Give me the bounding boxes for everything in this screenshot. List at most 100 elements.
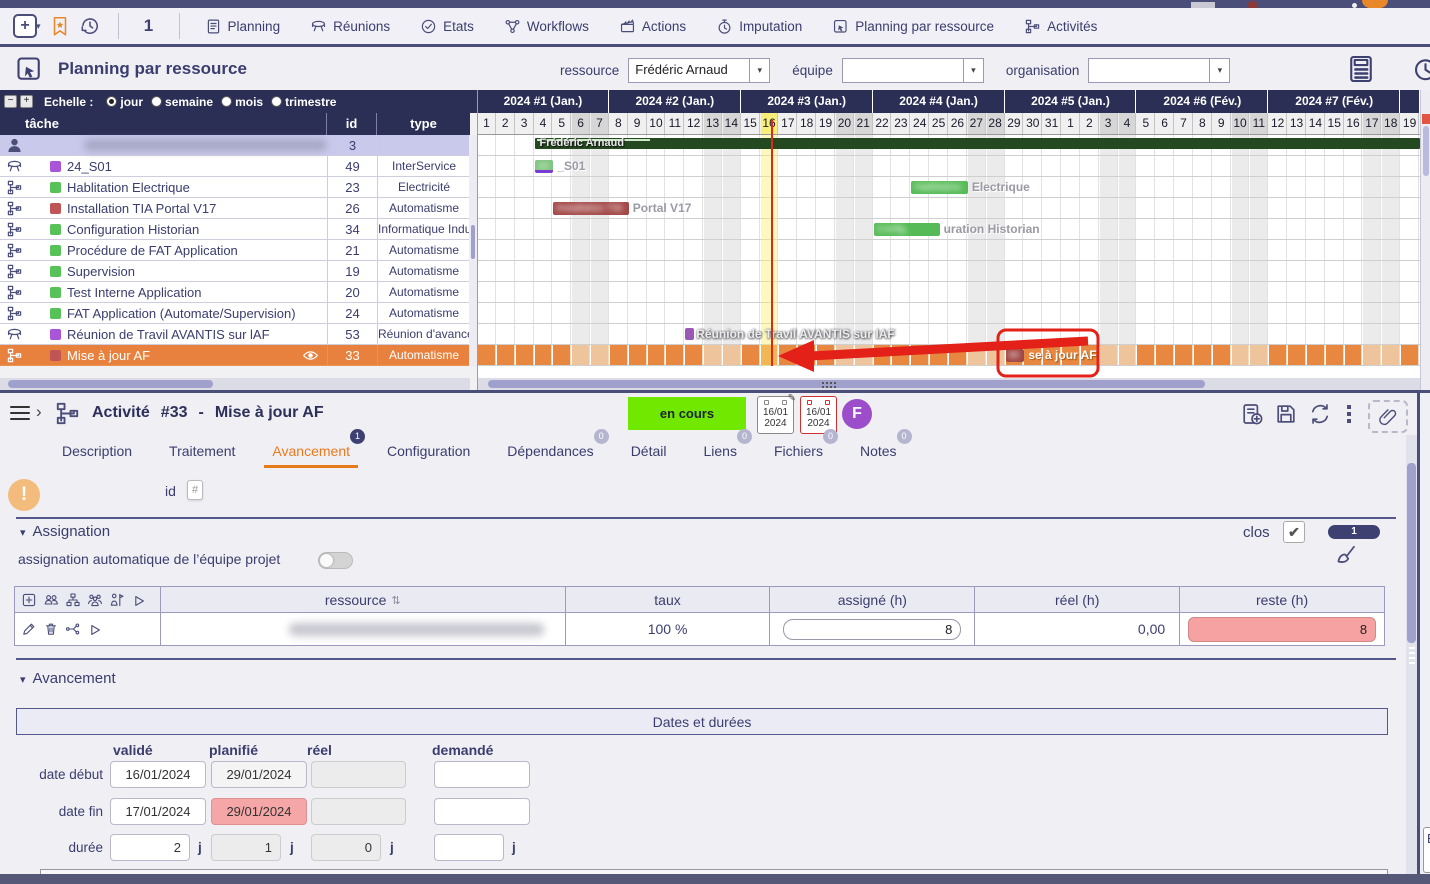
chart-vscrollbar[interactable] (1420, 90, 1430, 390)
scale-radio-mois[interactable] (221, 96, 232, 107)
gantt-bar-summary[interactable]: Frédéric Arnaud (535, 138, 1420, 149)
toolbar-item-planning[interactable]: Planning (205, 18, 281, 35)
duree-valide[interactable] (110, 834, 190, 861)
calculator-icon[interactable] (1346, 54, 1376, 84)
date-debut-valide[interactable] (110, 761, 206, 788)
task-row-hablitation-electrique[interactable]: Hablitation Electrique23Electricité (0, 177, 470, 198)
add-icon[interactable] (21, 592, 37, 608)
clos-checkbox[interactable]: ✔ (1283, 521, 1305, 543)
task-table-hscrollbar[interactable] (0, 378, 470, 390)
date-debut-reel[interactable] (311, 761, 406, 788)
task-row-configuration-historian[interactable]: Configuration Historian34Informatique In… (0, 219, 470, 240)
expand-button[interactable]: + (20, 95, 33, 108)
filter-select-equipe[interactable]: ▾ (842, 58, 984, 83)
date-fin-demande[interactable] (434, 798, 530, 825)
toolbar-item-planning-par-ressource[interactable]: Planning par ressource (832, 18, 994, 35)
scale-radio-jour[interactable] (106, 96, 117, 107)
filter-select-ressource[interactable]: Frédéric Arnaud▾ (628, 58, 770, 83)
task-row-reunion-de-travil-avantis-sur-laf[interactable]: Réunion de Travil AVANTIS sur lAF53Réuni… (0, 324, 470, 345)
task-row-procedure-de-fat-application[interactable]: Procédure de FAT Application21Automatism… (0, 240, 470, 261)
gantt-bar-se-a-jour-af[interactable]: Mi (1006, 349, 1025, 362)
eye-icon[interactable] (302, 347, 319, 364)
edit-icon[interactable] (21, 621, 37, 637)
gantt-milestone[interactable] (685, 328, 694, 340)
bookmark-icon[interactable] (49, 15, 71, 37)
tab-description[interactable]: Description (62, 439, 132, 463)
gantt-bar-s01[interactable]: 24 (535, 160, 554, 173)
people-icon[interactable] (43, 592, 59, 608)
clock-plus-icon[interactable] (1412, 54, 1430, 84)
date-debut-demande[interactable] (434, 761, 530, 788)
save-icon[interactable] (1274, 402, 1298, 426)
gantt-bar-uration-historian[interactable]: Config (874, 223, 940, 236)
date-fin-valide[interactable] (110, 798, 206, 825)
splitter-handle-icon[interactable] (1409, 647, 1415, 667)
person-flag-icon[interactable] (109, 592, 125, 608)
task-row-24-s01[interactable]: 24_S0149InterService (0, 156, 470, 177)
menu-icon[interactable] (10, 406, 30, 424)
toolbar-item-imputation[interactable]: Imputation (716, 18, 802, 35)
task-row-test-interne-application[interactable]: Test Interne Application20Automatisme (0, 282, 470, 303)
tab-avancement[interactable]: Avancement1 (272, 439, 350, 463)
gantt-bar-electrique[interactable]: Hablitation (911, 181, 968, 194)
avatar[interactable]: F (842, 399, 872, 429)
task-table-vscrollbar[interactable] (469, 135, 477, 366)
reassign-icon[interactable] (65, 621, 81, 637)
avancement-section-header[interactable]: ▾Avancement (20, 670, 116, 687)
tab-liens[interactable]: Liens0 (703, 439, 736, 463)
tab-dependances[interactable]: Dépendances0 (507, 439, 593, 463)
date-fin-reel[interactable] (311, 798, 406, 825)
more-options-icon[interactable] (1347, 405, 1352, 426)
id-field[interactable]: # (187, 480, 203, 500)
chevron-right-icon[interactable]: › (36, 402, 42, 422)
tab-configuration[interactable]: Configuration (387, 439, 470, 463)
attachment-button[interactable] (1368, 400, 1408, 433)
delete-icon[interactable] (43, 621, 59, 637)
toolbar-item-actions[interactable]: Actions (619, 18, 686, 35)
task-row-supervision[interactable]: Supervision19Automatisme (0, 261, 470, 282)
assigne-input[interactable] (783, 619, 961, 640)
task-row-redacted[interactable]: 3 (0, 135, 470, 156)
reste-input[interactable] (1188, 617, 1376, 642)
toolbar-item-etats[interactable]: Etats (420, 18, 474, 35)
task-row-installation-tia-portal-v17[interactable]: Installation TIA Portal V1726Automatisme (0, 198, 470, 219)
chevron-down-icon[interactable]: ▾ (36, 21, 41, 32)
dropdown-arrow-icon[interactable]: ▾ (1210, 58, 1230, 83)
date-debut-planifie[interactable] (211, 761, 307, 788)
tab-notes[interactable]: Notes0 (860, 439, 897, 463)
duree-planifie[interactable] (211, 834, 281, 861)
header-ressource[interactable]: ressource⇅ (161, 587, 566, 613)
gantt-bar-portal-v17[interactable]: Installation TIA (553, 202, 628, 215)
add-button[interactable]: + ▾ (13, 14, 41, 38)
date-fin-planifie[interactable] (211, 798, 307, 825)
group-icon[interactable] (87, 592, 103, 608)
date-chip-planned[interactable]: ✎ 16/012024 (757, 396, 794, 434)
toolbar-item-reunions[interactable]: Réunions (310, 18, 390, 35)
add-note-icon[interactable] (1240, 402, 1264, 426)
task-row-mise-a-jour-af[interactable]: Mise à jour AF33Automatisme (0, 345, 470, 366)
toolbar-item-workflows[interactable]: Workflows (504, 18, 589, 35)
tab-detail[interactable]: Détail (631, 439, 667, 463)
tab-traitement[interactable]: Traitement (169, 439, 235, 463)
duree-reel[interactable] (311, 834, 381, 861)
play-icon[interactable] (131, 593, 145, 607)
tab-fichiers[interactable]: Fichiers0 (774, 439, 823, 463)
auto-assign-toggle[interactable] (318, 552, 353, 569)
toolbar-item-activites[interactable]: Activités (1024, 18, 1097, 35)
duree-demande[interactable] (434, 834, 504, 861)
scale-radio-trimestre[interactable] (271, 96, 282, 107)
play-icon[interactable] (87, 622, 101, 636)
collapse-button[interactable]: − (4, 95, 17, 108)
scale-radio-semaine[interactable] (151, 96, 162, 107)
broom-icon[interactable] (1334, 543, 1359, 568)
plus-icon[interactable]: + (13, 14, 37, 38)
history-icon[interactable] (79, 15, 101, 37)
chart-hscrollbar[interactable] (478, 378, 1420, 390)
task-row-fat-application-automate-supervision[interactable]: FAT Application (Automate/Supervision)24… (0, 303, 470, 324)
splitter-handle-icon[interactable] (822, 382, 824, 384)
dropdown-arrow-icon[interactable]: ▾ (964, 58, 984, 83)
refresh-icon[interactable] (1308, 402, 1332, 426)
dropdown-arrow-icon[interactable]: ▾ (750, 58, 770, 83)
sitemap-icon[interactable] (65, 592, 81, 608)
assignation-section-header[interactable]: ▾Assignation (20, 523, 110, 540)
